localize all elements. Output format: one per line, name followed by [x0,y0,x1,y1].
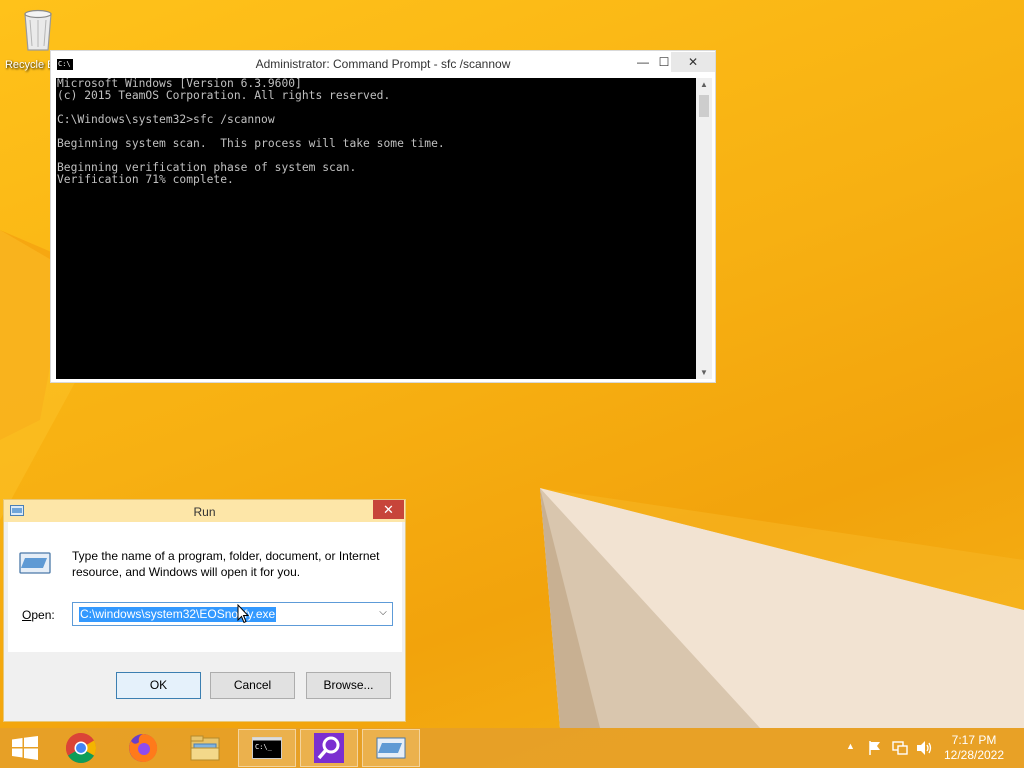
taskbar-chrome[interactable] [52,729,110,767]
firefox-icon [129,733,158,762]
ok-button[interactable]: OK [116,672,201,699]
magnifier-icon [314,733,344,763]
network-icon[interactable] [892,740,908,756]
run-titlebar[interactable]: Run ✕ [4,500,405,522]
console-text: Microsoft Windows [Version 6.3.9600] (c)… [57,78,445,186]
folder-icon [190,735,220,761]
run-description: Type the name of a program, folder, docu… [72,549,380,579]
taskbar-firefox[interactable] [114,729,172,767]
tray-overflow-chevron[interactable]: ▲ [846,741,855,751]
flag-icon[interactable] [868,740,882,756]
clock-date: 12/28/2022 [943,748,1005,762]
command-prompt-window[interactable]: C:\ Administrator: Command Prompt - sfc … [50,50,716,383]
run-dialog[interactable]: Run ✕ Type the name of a program, folder… [3,499,406,722]
run-dialog-body: Type the name of a program, folder, docu… [8,522,402,652]
console-scrollbar[interactable]: ▲ ▼ [696,78,712,379]
cmd-icon: C:\_ [252,737,282,759]
console-output[interactable]: Microsoft Windows [Version 6.3.9600] (c)… [56,78,696,379]
run-program-icon [19,552,51,574]
run-dialog-title: Run [193,505,216,519]
maximize-button[interactable]: ☐ [657,52,671,72]
run-dialog-footer: OK Cancel Browse... [4,652,405,721]
close-button[interactable]: ✕ [671,52,715,72]
taskbar-command-prompt[interactable]: C:\_ [238,729,296,767]
clock-time: 7:17 PM [951,733,997,747]
volume-icon[interactable] [916,740,934,756]
scroll-up-arrow-icon[interactable]: ▲ [696,80,712,89]
start-button[interactable] [0,728,50,768]
cmd-titlebar[interactable]: C:\ Administrator: Command Prompt - sfc … [51,51,715,77]
scroll-down-arrow-icon[interactable]: ▼ [696,368,712,377]
scroll-thumb[interactable] [699,95,709,117]
taskbar-search[interactable] [300,729,358,767]
minimize-button[interactable]: — [629,52,657,72]
cmd-window-title: Administrator: Command Prompt - sfc /sca… [255,57,511,71]
svg-text:C:\_: C:\_ [255,743,273,751]
taskbar-clock[interactable]: 7:17 PM 12/28/2022 [934,733,1014,763]
taskbar-file-explorer[interactable] [176,729,234,767]
run-icon [376,737,406,759]
browse-button[interactable]: Browse... [306,672,391,699]
chevron-down-icon[interactable]: ⌵ [376,607,390,618]
taskbar: C:\_ ▲ 7:17 PM 12/28/2022 [0,728,1024,768]
mouse-cursor-icon [237,604,249,624]
open-combobox[interactable]: C:\windows\system32\EOSnotify.exe ⌵ [72,602,393,626]
taskbar-run[interactable] [362,729,420,767]
windows-logo-icon [12,736,38,760]
chrome-icon [65,733,97,764]
run-close-button[interactable]: ✕ [373,500,404,519]
cancel-button[interactable]: Cancel [210,672,295,699]
recycle-bin-icon [24,9,52,51]
open-label: Open: [22,608,55,622]
